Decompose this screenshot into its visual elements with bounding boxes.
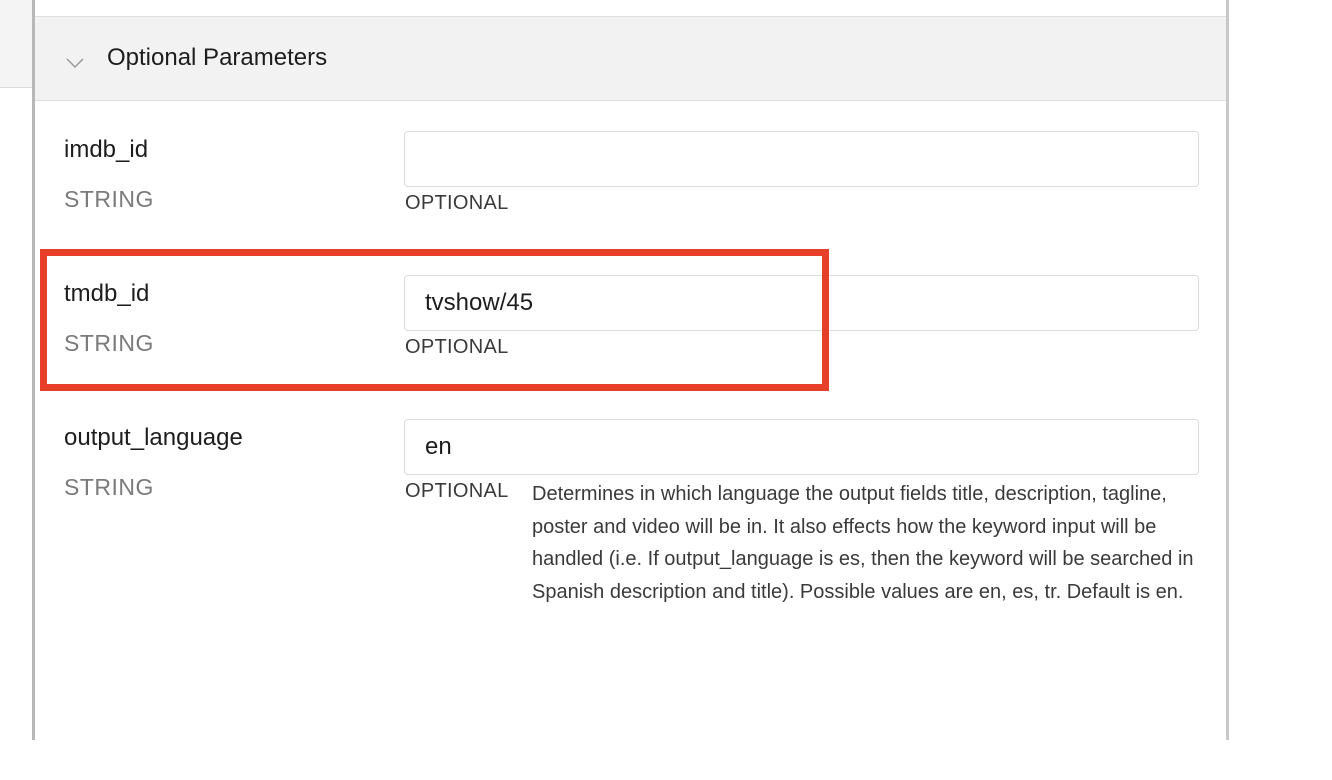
param-type-imdb-id: STRING [64,186,154,212]
panel-top-divider [35,0,1226,17]
optional-parameters-header[interactable]: Optional Parameters [35,17,1226,101]
optional-label-imdb-id: OPTIONAL [405,192,509,214]
param-name-tmdb-id: tmdb_id [64,280,150,307]
optional-label-output-language: OPTIONAL [405,480,509,502]
page: Optional Parameters imdb_id STRING OPTIO… [0,0,1332,780]
imdb-id-input[interactable] [404,131,1199,187]
tmdb-id-input[interactable] [404,275,1199,331]
sidebar-fragment [0,0,32,88]
chevron-down-icon[interactable] [65,53,85,73]
optional-label-tmdb-id: OPTIONAL [405,336,509,358]
param-name-imdb-id: imdb_id [64,136,149,163]
output-language-description: Determines in which language the output … [532,483,1194,603]
output-language-input[interactable] [404,419,1199,475]
section-title: Optional Parameters [107,44,328,71]
param-type-tmdb-id: STRING [64,330,154,356]
parameters-panel: Optional Parameters imdb_id STRING OPTIO… [32,0,1229,740]
param-name-output-language: output_language [64,424,243,451]
param-type-output-language: STRING [64,474,154,500]
